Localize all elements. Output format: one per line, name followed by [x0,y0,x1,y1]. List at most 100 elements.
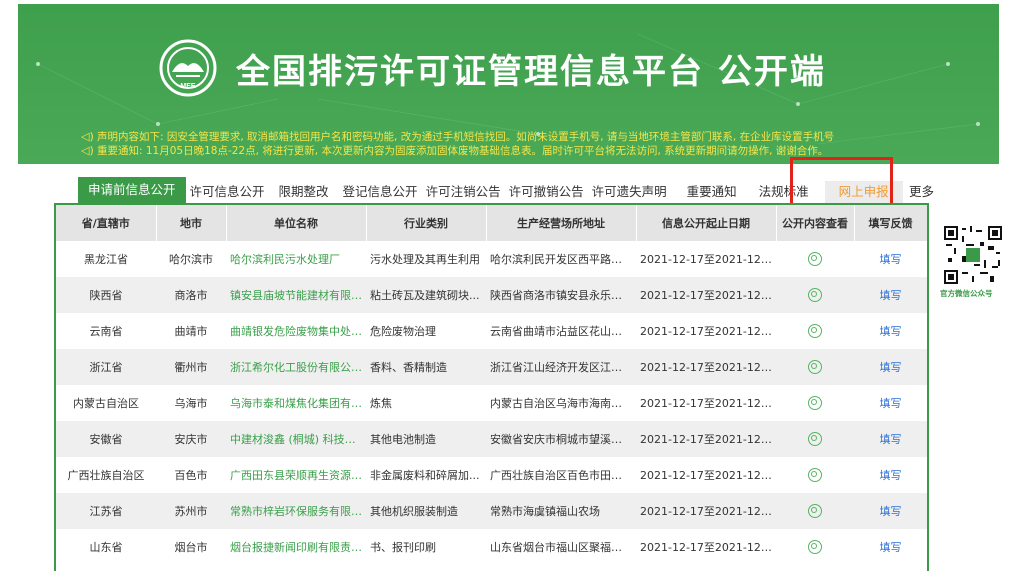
fill-feedback-link[interactable]: 填写 [854,313,927,349]
company-name-cell[interactable]: 浙江希尔化工股份有限公司(... [226,349,366,385]
speaker-icon: ◁) [81,144,94,157]
view-cell [776,529,854,565]
view-magnifier-icon[interactable] [808,324,822,338]
industry-cell: 污水处理及其再生利用 [370,253,480,266]
date-range-cell: 2021-12-17至2021-12-23 [640,325,776,338]
view-magnifier-icon[interactable] [808,540,822,554]
address-cell: 云南省曲靖市沾益区花山街... [490,325,633,338]
header-industry: 行业类别 [366,205,487,241]
tab-bar: 申请前信息公开 许可信息公开 限期整改 登记信息公开 许可注销公告 许可撤销公告… [78,177,903,203]
industry-cell: 香料、香精制造 [366,349,486,385]
address-cell: 浙江省江山经济开发区江东... [486,349,636,385]
fill-feedback-link[interactable]: 填写 [854,421,927,457]
view-cell [776,493,854,529]
industry-cell: 其他机织服装制造 [366,493,486,529]
view-magnifier-icon[interactable] [808,252,822,266]
qr-label: 官方微信公众号 [940,289,993,298]
fill-feedback-link[interactable]: 填写 [854,385,927,421]
table-header-row: 省/直辖市 地市 单位名称 行业类别 生产经营场所地址 信息公开起止日期 公开内… [56,205,927,241]
header-address: 生产经营场所地址 [486,205,637,241]
company-name-cell[interactable]: 哈尔滨利民污水处理厂 [226,241,366,277]
speaker-icon: ◁) [81,130,94,143]
industry-cell: 书、报刊印刷 [370,541,436,554]
fill-feedback-link[interactable]: 填写 [854,457,927,493]
view-magnifier-icon[interactable] [808,288,822,302]
view-magnifier-icon[interactable] [808,432,822,446]
fill-feedback-link[interactable]: 填写 [854,277,927,313]
logo-text: MEE [180,83,196,90]
province-cell: 黑龙江省 [84,253,128,266]
province-cell: 内蒙古自治区 [73,397,139,410]
date-range-cell: 2021-12-17至2021-12-23 [640,469,776,482]
notice-text: 声明内容如下: 因安全管理要求, 取消邮箱找回用户名和密码功能, 改为通过手机短… [97,131,835,143]
table-row: 内蒙古自治区 乌海市 乌海市泰和煤焦化集团有限... 炼焦 内蒙古自治区乌海市海南区..… [56,385,927,421]
view-cell [776,385,854,421]
city-cell: 百色市 [174,469,208,482]
wechat-qr-code [944,226,1002,284]
address-cell: 哈尔滨利民开发区西平路东... [490,253,633,266]
table-row: 安徽省 安庆市 中建材浚鑫 (桐城) 科技有... 其他电池制造 安徽省安庆市桐城市望溪… [56,421,927,457]
header-company: 单位名称 [226,205,367,241]
view-magnifier-icon[interactable] [808,468,822,482]
tab-notices[interactable]: 重要通知 [683,181,741,203]
address-cell: 常熟市海虞镇福山农场 [486,493,636,529]
view-magnifier-icon[interactable] [808,396,822,410]
tab-pre-application[interactable]: 申请前信息公开 [78,177,186,203]
view-magnifier-icon[interactable] [808,504,822,518]
date-range-cell: 2021-12-17至2021-12-23 [636,421,776,457]
company-name-cell[interactable]: 乌海市泰和煤焦化集团有限... [226,385,366,421]
company-name-cell[interactable]: 曲靖银发危险废物集中处置... [226,313,366,349]
header-province: 省/直辖市 [56,205,157,241]
notice-area: ◁) 声明内容如下: 因安全管理要求, 取消邮箱找回用户名和密码功能, 改为通过… [81,130,834,158]
tab-permit-info[interactable]: 许可信息公开 [186,181,269,203]
tab-revocation[interactable]: 许可撤销公告 [505,181,588,203]
address-cell: 内蒙古自治区乌海市海南区... [490,397,633,410]
address-cell: 陕西省商洛市镇安县永乐街... [486,277,636,313]
info-table-container: 省/直辖市 地市 单位名称 行业类别 生产经营场所地址 信息公开起止日期 公开内… [54,203,929,571]
province-cell: 云南省 [89,325,123,338]
fill-feedback-link[interactable]: 填写 [854,241,927,277]
table-row: 广西壮族自治区 百色市 广西田东县荣顺再生资源有... 非金属废料和碎屑加... 广西壮… [56,457,927,493]
table-row: 陕西省 商洛市 镇安县庙坡节能建材有限责... 粘土砖瓦及建筑砌块... 陕西省商洛市镇… [56,277,927,313]
industry-cell: 其他电池制造 [366,421,486,457]
company-name-cell[interactable]: 镇安县庙坡节能建材有限责... [226,277,366,313]
city-cell: 烟台市 [174,541,208,554]
tab-rectification[interactable]: 限期整改 [275,181,333,203]
company-name-cell[interactable]: 广西田东县荣顺再生资源有... [226,457,366,493]
view-magnifier-icon[interactable] [808,360,822,374]
mee-logo-icon: MEE [159,39,217,97]
province-cell: 安徽省 [56,421,156,457]
city-cell: 安庆市 [156,421,226,457]
date-range-cell: 2021-12-17至2021-12-23 [640,253,776,266]
more-link[interactable]: 更多 [909,181,934,200]
fill-feedback-link[interactable]: 填写 [854,529,927,565]
table-row: 黑龙江省 哈尔滨市 哈尔滨利民污水处理厂 污水处理及其再生利用 哈尔滨利民开发区西平路东… [56,241,927,277]
address-cell: 广西壮族自治区百色市田东... [490,469,633,482]
fill-feedback-link[interactable]: 填写 [854,349,927,385]
date-range-cell: 2021-12-17至2021-12-23 [636,349,776,385]
table-row: 浙江省 衢州市 浙江希尔化工股份有限公司(... 香料、香精制造 浙江省江山经济开发区江… [56,349,927,385]
tab-loss-statement[interactable]: 许可遗失声明 [588,181,671,203]
company-name-cell[interactable]: 中建材浚鑫 (桐城) 科技有... [226,421,366,457]
company-name-cell[interactable]: 常熟市梓岩环保服务有限公司 [226,493,366,529]
city-cell: 哈尔滨市 [169,253,213,266]
tab-registration[interactable]: 登记信息公开 [339,181,422,203]
company-name-cell[interactable]: 烟台报捷新闻印刷有限责任... [226,529,366,565]
date-range-cell: 2021-12-17至2021-12-23 [640,541,776,554]
province-cell: 广西壮族自治区 [67,469,145,482]
industry-cell: 非金属废料和碎屑加... [370,469,480,482]
notice-text: 重要通知: 11月05日晚18点-22点, 将进行更新, 本次更新内容为固废添加… [97,145,829,157]
city-cell: 商洛市 [156,277,226,313]
address-cell: 山东省烟台市福山区聚福路... [490,541,633,554]
fill-feedback-link[interactable]: 填写 [854,493,927,529]
table-row: 云南省 曲靖市 曲靖银发危险废物集中处置... 危险废物治理 云南省曲靖市沾益区花山街.… [56,313,927,349]
city-cell: 乌海市 [174,397,208,410]
city-cell: 衢州市 [156,349,226,385]
view-cell [776,457,854,493]
tab-cancellation[interactable]: 许可注销公告 [422,181,505,203]
header-banner: MEE 全国排污许可证管理信息平台 公开端 ◁) 声明内容如下: 因安全管理要求… [18,4,999,164]
info-table: 省/直辖市 地市 单位名称 行业类别 生产经营场所地址 信息公开起止日期 公开内… [56,205,927,565]
table-row: 江苏省 苏州市 常熟市梓岩环保服务有限公司 其他机织服装制造 常熟市海虞镇福山农场 202… [56,493,927,529]
view-cell [776,277,854,313]
province-cell: 江苏省 [56,493,156,529]
